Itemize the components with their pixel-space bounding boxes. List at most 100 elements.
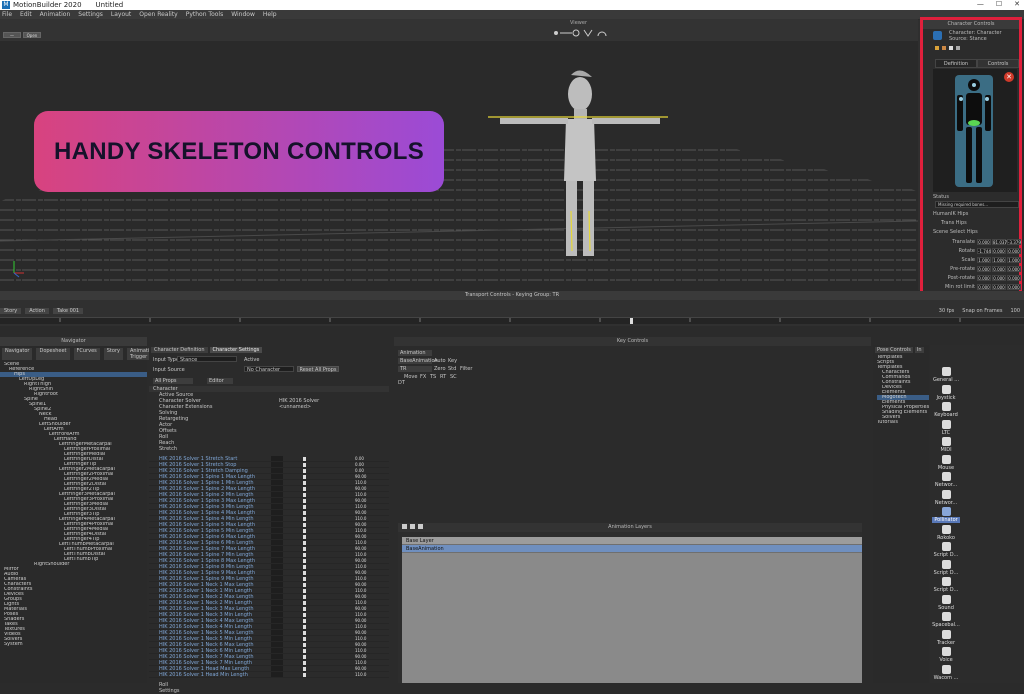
- solver-value[interactable]: 90.00: [355, 546, 366, 551]
- solver-checkbox[interactable]: [271, 570, 283, 575]
- tab-take[interactable]: Take 001: [52, 308, 84, 314]
- translate-y[interactable]: 81.037: [992, 239, 1007, 245]
- solver-checkbox[interactable]: [271, 552, 283, 557]
- asset-item[interactable]: Rokoko: [932, 524, 960, 541]
- solver-value[interactable]: 110.0: [355, 516, 366, 521]
- solver-checkbox[interactable]: [271, 480, 283, 485]
- solver-value[interactable]: 90.00: [355, 654, 366, 659]
- asset-item[interactable]: Pollinator: [932, 507, 960, 523]
- skeleton-map[interactable]: ✕: [933, 69, 1017, 192]
- solver-value[interactable]: 110.0: [355, 636, 366, 641]
- tool-icon-1[interactable]: [935, 46, 939, 50]
- solver-checkbox[interactable]: [271, 546, 283, 551]
- slider-knob[interactable]: [303, 583, 306, 587]
- tab-controls[interactable]: Controls: [977, 59, 1019, 68]
- asset-item[interactable]: Joystick: [932, 384, 960, 401]
- slider-knob[interactable]: [303, 529, 306, 533]
- slider-knob[interactable]: [303, 535, 306, 539]
- timeline-ruler[interactable]: [0, 317, 1024, 324]
- props-filter-dropdown[interactable]: All Props: [153, 378, 193, 384]
- slider-knob[interactable]: [303, 463, 306, 467]
- solver-checkbox[interactable]: [271, 576, 283, 581]
- base-animation-dropdown[interactable]: BaseAnimation: [398, 358, 438, 364]
- filter-button[interactable]: Filter: [460, 366, 472, 372]
- solver-value[interactable]: 90.00: [355, 582, 366, 587]
- end-frame[interactable]: 100: [1010, 308, 1020, 314]
- asset-item[interactable]: LTC: [932, 419, 960, 436]
- solver-value[interactable]: 90.00: [355, 570, 366, 575]
- translate-x[interactable]: 0.000: [977, 239, 991, 245]
- solver-value[interactable]: 90.00: [355, 618, 366, 623]
- tab-navigator[interactable]: Navigator: [2, 348, 33, 360]
- solver-slider[interactable]: [283, 618, 351, 623]
- asset-item[interactable]: Script D...: [932, 577, 960, 593]
- solver-checkbox[interactable]: [271, 582, 283, 587]
- solver-value[interactable]: 110.0: [355, 612, 366, 617]
- solver-slider[interactable]: [283, 552, 351, 557]
- slider-knob[interactable]: [303, 475, 306, 479]
- editor-button[interactable]: Editor: [207, 378, 233, 384]
- viewer-button-1[interactable]: —: [3, 32, 21, 38]
- viewer-tools-icon[interactable]: [552, 28, 608, 38]
- solver-value[interactable]: 90.00: [355, 522, 366, 527]
- std-button[interactable]: Std: [448, 366, 456, 372]
- fps-dropdown[interactable]: 30 fps: [939, 308, 955, 314]
- solver-checkbox[interactable]: [271, 588, 283, 593]
- solver-slider[interactable]: [283, 528, 351, 533]
- slider-knob[interactable]: [303, 637, 306, 641]
- asset-item[interactable]: MIDI: [932, 437, 960, 453]
- tool-icon-3[interactable]: [949, 46, 953, 50]
- slider-knob[interactable]: [303, 559, 306, 563]
- asset-item[interactable]: Script D...: [932, 542, 960, 558]
- solver-slider[interactable]: [283, 630, 351, 635]
- solver-slider[interactable]: [283, 570, 351, 575]
- tab-character-settings[interactable]: Character Settings: [209, 347, 263, 353]
- slider-knob[interactable]: [303, 541, 306, 545]
- slider-knob[interactable]: [303, 607, 306, 611]
- solver-slider[interactable]: [283, 540, 351, 545]
- slider-knob[interactable]: [303, 619, 306, 623]
- tool-icon-2[interactable]: [942, 46, 946, 50]
- slider-knob[interactable]: [303, 625, 306, 629]
- solver-slider[interactable]: [283, 582, 351, 587]
- solver-checkbox[interactable]: [271, 474, 283, 479]
- close-icon[interactable]: ✕: [1014, 0, 1020, 8]
- delete-character-icon[interactable]: ✕: [1004, 72, 1014, 82]
- solver-row[interactable]: HIK 2016 Solver 1 Head Min Length 110.0: [149, 672, 389, 678]
- scale-y[interactable]: 1.000: [992, 257, 1006, 263]
- input-type-dropdown[interactable]: Stance: [177, 356, 237, 363]
- solver-checkbox[interactable]: [271, 540, 283, 545]
- move-button[interactable]: Move: [404, 374, 417, 380]
- slider-knob[interactable]: [303, 565, 306, 569]
- solver-slider[interactable]: [283, 474, 351, 479]
- slider-knob[interactable]: [303, 649, 306, 653]
- asset-item[interactable]: Tracker: [932, 629, 960, 646]
- status-dropdown[interactable]: Missing required bones...: [935, 201, 1019, 208]
- slider-knob[interactable]: [303, 481, 306, 485]
- asset-item[interactable]: Networ...: [932, 472, 960, 488]
- post-rotate-z[interactable]: 0.000: [1007, 275, 1021, 281]
- solver-slider[interactable]: [283, 504, 351, 509]
- solver-checkbox[interactable]: [271, 606, 283, 611]
- maximize-icon[interactable]: ☐: [996, 0, 1002, 8]
- prop-row[interactable]: Stretch: [149, 446, 389, 452]
- slider-knob[interactable]: [303, 601, 306, 605]
- solver-checkbox[interactable]: [271, 486, 283, 491]
- asset-item[interactable]: Wacom ...: [932, 664, 960, 681]
- menu-settings[interactable]: Settings: [78, 11, 103, 18]
- menu-file[interactable]: File: [2, 11, 12, 18]
- tab-character-definition[interactable]: Character Definition: [151, 347, 208, 353]
- animation-dropdown[interactable]: Animation: [398, 350, 432, 356]
- solver-checkbox[interactable]: [271, 522, 283, 527]
- pre-rotate-x[interactable]: 0.000: [977, 266, 991, 272]
- solver-checkbox[interactable]: [271, 624, 283, 629]
- post-rotate-y[interactable]: 0.000: [992, 275, 1006, 281]
- solver-checkbox[interactable]: [271, 492, 283, 497]
- solver-slider[interactable]: [283, 564, 351, 569]
- slider-knob[interactable]: [303, 457, 306, 461]
- tab-story[interactable]: Story: [0, 308, 22, 314]
- solver-slider[interactable]: [283, 480, 351, 485]
- solver-value[interactable]: 90.00: [355, 510, 366, 515]
- rotate-z[interactable]: 0.000: [1007, 248, 1021, 254]
- solver-checkbox[interactable]: [271, 612, 283, 617]
